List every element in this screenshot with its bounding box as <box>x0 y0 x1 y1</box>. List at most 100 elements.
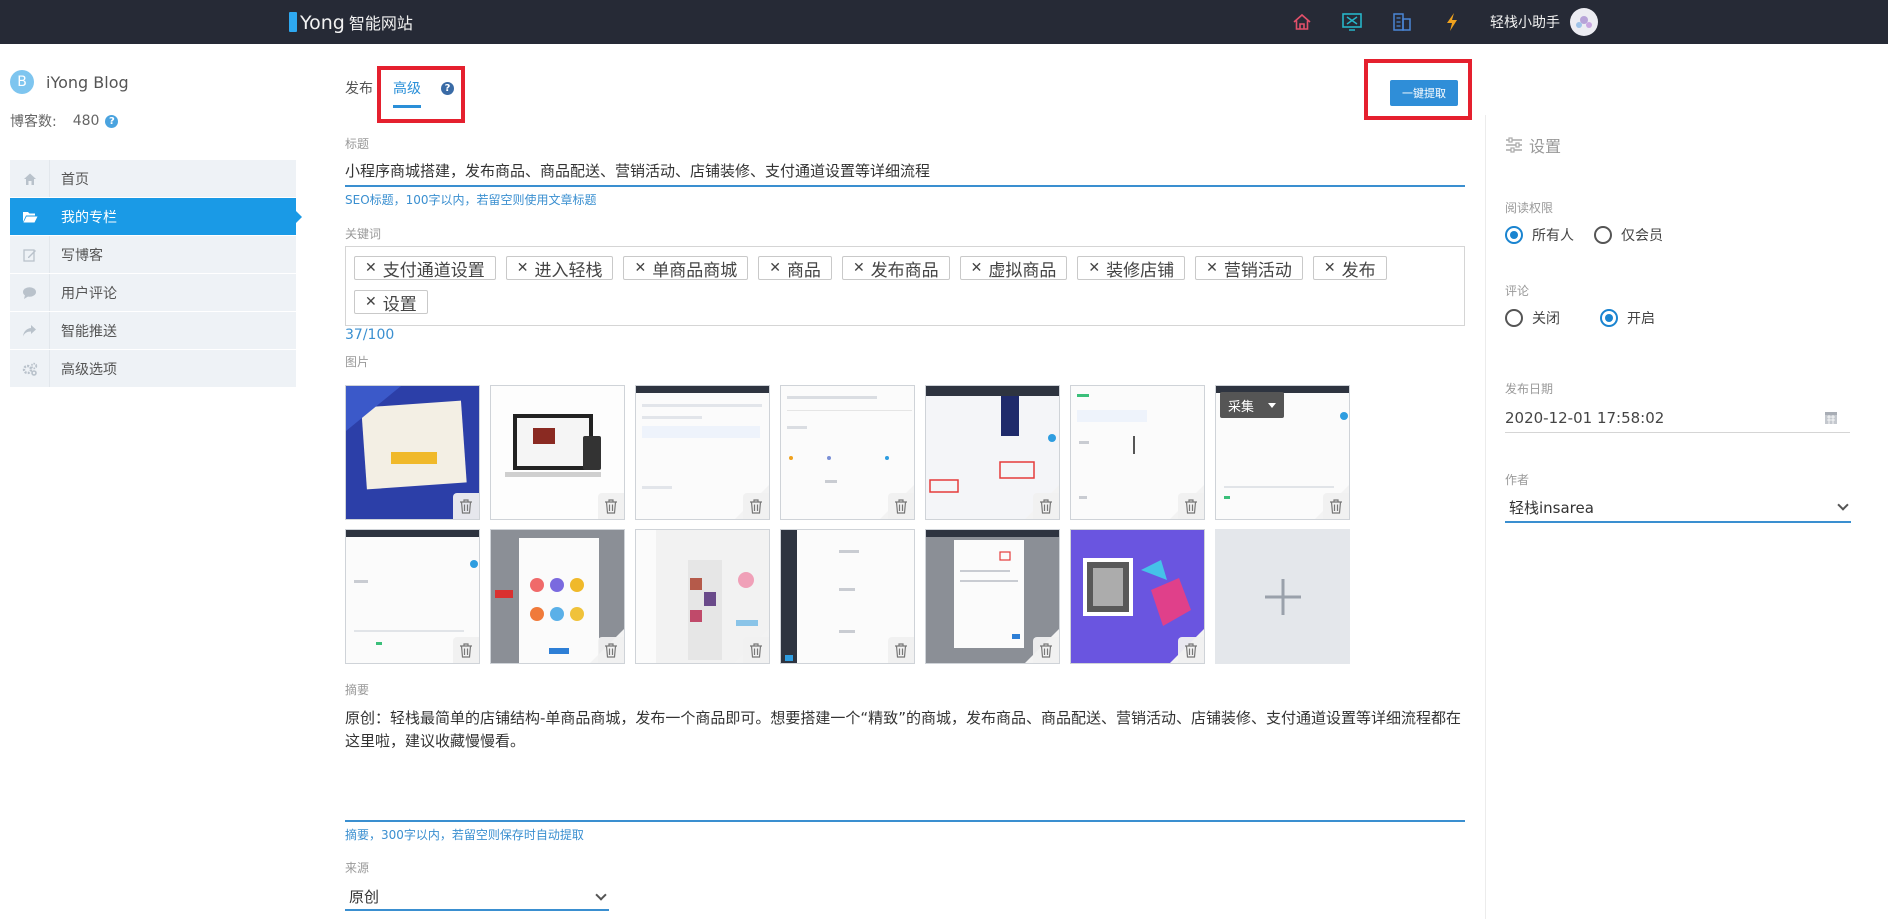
trash-icon[interactable] <box>1178 493 1204 519</box>
radio-members[interactable]: 仅会员 <box>1594 225 1663 245</box>
blog-name[interactable]: iYong Blog <box>46 73 129 92</box>
image-thumbnail[interactable] <box>780 385 915 520</box>
sidebar-item-label: 我的专栏 <box>61 209 117 226</box>
highlight-box-extract <box>1364 59 1472 120</box>
top-navbar: Yong 智能网站 轻栈小助手 <box>0 0 1888 44</box>
trash-icon[interactable] <box>888 493 914 519</box>
remove-tag-icon[interactable]: ✕ <box>1088 260 1100 276</box>
comment-label: 评论 <box>1505 284 1530 298</box>
calendar-icon[interactable] <box>1824 410 1838 429</box>
keyword-tag[interactable]: ✕ 进入轻栈 <box>505 256 614 281</box>
keyword-tag[interactable]: ✕ 商品 <box>758 256 832 281</box>
trash-icon[interactable] <box>453 637 479 663</box>
chevron-down-icon <box>1837 499 1849 511</box>
author-select[interactable]: 轻栈insarea <box>1505 493 1851 523</box>
remove-tag-icon[interactable]: ✕ <box>365 294 377 310</box>
panel-divider <box>1485 115 1486 919</box>
trash-icon[interactable] <box>598 493 624 519</box>
trash-icon[interactable] <box>743 493 769 519</box>
trash-icon[interactable] <box>1323 493 1349 519</box>
sidebar-item-home[interactable]: 首页 <box>10 160 296 197</box>
image-thumbnail[interactable] <box>490 529 625 664</box>
sidebar-item-label: 首页 <box>61 171 89 188</box>
remove-tag-icon[interactable]: ✕ <box>1206 260 1218 276</box>
desktop-icon[interactable] <box>1340 10 1364 34</box>
publish-date-label: 发布日期 <box>1505 382 1554 396</box>
trash-icon[interactable] <box>453 493 479 519</box>
image-thumbnail[interactable] <box>780 529 915 664</box>
image-thumbnail[interactable] <box>345 385 480 520</box>
radio-off[interactable]: 关闭 <box>1505 308 1560 328</box>
trash-icon[interactable] <box>598 637 624 663</box>
brand-logo[interactable]: Yong 智能网站 <box>289 8 413 36</box>
keyword-tag[interactable]: ✕ 支付通道设置 <box>354 256 496 281</box>
gears-icon <box>10 350 50 387</box>
summary-textarea[interactable]: 原创：轻栈最简单的店铺结构-单商品商城，发布一个商品即可。想要搭建一个“精致”的… <box>345 707 1465 822</box>
image-gallery: 采集 <box>345 385 1365 673</box>
trash-icon[interactable] <box>888 637 914 663</box>
image-thumbnail[interactable] <box>345 529 480 664</box>
radio-button[interactable] <box>1600 309 1618 327</box>
keyword-tag[interactable]: ✕ 营销活动 <box>1195 256 1303 281</box>
remove-tag-icon[interactable]: ✕ <box>1324 260 1336 276</box>
edit-icon <box>10 236 50 273</box>
keyword-tag[interactable]: ✕ 单商品商城 <box>623 256 749 281</box>
publish-date-input[interactable]: 2020-12-01 17:58:02 <box>1505 403 1850 433</box>
keywords-input[interactable]: ✕ 支付通道设置 ✕ 进入轻栈 ✕ 单商品商城 ✕ 商品 ✕ 发布商品 ✕ 虚拟商品 ✕ 装修… <box>345 246 1465 326</box>
image-thumbnail[interactable] <box>1070 529 1205 664</box>
title-input[interactable]: 小程序商城搭建，发布商品、商品配送、营销活动、店铺装修、支付通道设置等详细流程 <box>345 160 1465 187</box>
avatar[interactable] <box>1570 8 1598 36</box>
remove-tag-icon[interactable]: ✕ <box>634 260 646 276</box>
share-icon <box>10 312 50 349</box>
image-thumbnail[interactable] <box>925 529 1060 664</box>
tab-publish[interactable]: 发布 <box>345 78 373 98</box>
keyword-tag[interactable]: ✕ 设置 <box>354 290 428 315</box>
lightning-icon[interactable] <box>1440 10 1464 34</box>
radio-button[interactable] <box>1594 226 1612 244</box>
sidebar-item-label: 用户评论 <box>61 285 117 302</box>
keyword-tag[interactable]: ✕ 虚拟商品 <box>959 256 1068 281</box>
help-icon[interactable]: ? <box>105 114 119 128</box>
radio-all[interactable]: 所有人 <box>1505 225 1574 245</box>
add-image-button[interactable] <box>1215 529 1350 664</box>
sidebar-item-comments[interactable]: 用户评论 <box>10 274 296 311</box>
image-thumbnail[interactable] <box>635 385 770 520</box>
sidebar-item-advanced[interactable]: 高级选项 <box>10 350 296 387</box>
trash-icon[interactable] <box>743 637 769 663</box>
trash-icon[interactable] <box>1033 493 1059 519</box>
comment-group: 关闭 开启 <box>1505 308 1675 328</box>
trash-icon[interactable] <box>1178 637 1204 663</box>
collect-dropdown[interactable]: 采集 <box>1220 392 1284 418</box>
blog-header: B iYong Blog <box>10 70 129 94</box>
home-icon[interactable] <box>1290 10 1314 34</box>
blog-count-label: 博客数: <box>10 114 57 130</box>
building-icon[interactable] <box>1390 10 1414 34</box>
keyword-tag[interactable]: ✕ 装修店铺 <box>1077 256 1186 281</box>
sidebar-item-my-column[interactable]: 我的专栏 <box>10 198 302 235</box>
image-thumbnail[interactable] <box>1070 385 1205 520</box>
blog-count-value: 480 <box>72 113 100 129</box>
image-thumbnail[interactable] <box>635 529 770 664</box>
radio-button[interactable] <box>1505 309 1523 327</box>
image-thumbnail[interactable] <box>490 385 625 520</box>
chevron-down-icon <box>595 889 607 901</box>
remove-tag-icon[interactable]: ✕ <box>971 260 983 276</box>
image-thumbnail[interactable] <box>925 385 1060 520</box>
helper-name[interactable]: 轻栈小助手 <box>1490 12 1560 32</box>
blog-badge: B <box>10 70 34 94</box>
settings-title: 设置 <box>1529 137 1562 156</box>
plus-icon <box>1264 578 1301 615</box>
trash-icon[interactable] <box>1033 637 1059 663</box>
remove-tag-icon[interactable]: ✕ <box>853 260 865 276</box>
radio-on[interactable]: 开启 <box>1600 308 1655 328</box>
source-select[interactable]: 原创 <box>345 883 609 911</box>
sidebar-item-smart-push[interactable]: 智能推送 <box>10 312 296 349</box>
keyword-tag[interactable]: ✕ 发布商品 <box>841 256 950 281</box>
remove-tag-icon[interactable]: ✕ <box>365 260 377 276</box>
remove-tag-icon[interactable]: ✕ <box>517 260 529 276</box>
radio-button[interactable] <box>1505 226 1523 244</box>
keyword-tag[interactable]: ✕ 发布 <box>1312 256 1387 281</box>
image-thumbnail[interactable]: 采集 <box>1215 385 1350 520</box>
sidebar-item-write-blog[interactable]: 写博客 <box>10 236 296 273</box>
remove-tag-icon[interactable]: ✕ <box>769 260 781 276</box>
